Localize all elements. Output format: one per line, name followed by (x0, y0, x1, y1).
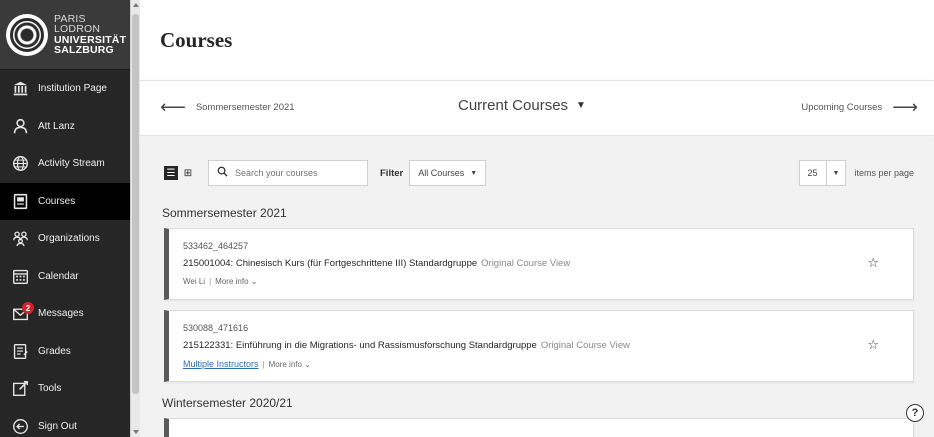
organizations-icon (10, 230, 30, 248)
term-heading: Sommersemester 2021 (162, 206, 287, 220)
tools-icon (10, 380, 30, 398)
sidebar-item-label: Activity Stream (38, 158, 105, 170)
course-card[interactable] (164, 418, 914, 437)
course-title[interactable]: 215122331: Einführung in die Migrations-… (183, 340, 630, 351)
courses-icon (10, 192, 30, 210)
sidebar-item-label: Organizations (38, 233, 100, 245)
filter-value: All Courses (418, 168, 465, 178)
user-icon (10, 117, 30, 135)
sidebar-item-label: Calendar (38, 270, 79, 282)
caret-down-icon: ▼ (576, 100, 586, 111)
page-title: Courses (160, 28, 233, 52)
calendar-icon (10, 267, 30, 285)
page-size-select[interactable]: 25 ▼ (798, 160, 847, 186)
sidebar-item-activity-stream[interactable]: Activity Stream (0, 145, 130, 183)
sidebar-item-sign-out[interactable]: Sign Out (0, 408, 130, 437)
course-view-type: Original Course View (481, 258, 571, 269)
sidebar-item-tools[interactable]: Tools (0, 370, 130, 408)
instructor-name: Wei Li (183, 277, 206, 286)
more-info-label: More info (268, 360, 302, 369)
meta-separator: | (209, 277, 212, 286)
items-per-page-label: items per page (854, 168, 914, 178)
scroll-down-icon[interactable] (133, 430, 139, 434)
logo-line-4: SALZBURG (54, 44, 114, 56)
meta-separator: | (262, 360, 265, 369)
globe-icon (10, 155, 30, 173)
current-courses-dropdown[interactable]: Current Courses ▼ (458, 97, 586, 114)
search-box (208, 160, 368, 186)
arrow-right-icon: ⟶ (892, 97, 918, 117)
sidebar-item-label: Tools (38, 383, 62, 395)
sidebar-item-institution-page[interactable]: Institution Page (0, 70, 130, 108)
help-icon[interactable]: ? (906, 404, 924, 422)
main-content: Courses ⟵ Sommersemester 2021 Current Co… (140, 0, 934, 437)
term-navigation: ⟵ Sommersemester 2021 Current Courses ▼ … (140, 80, 934, 136)
messages-badge: 2 (22, 302, 34, 314)
course-meta: Wei Li | More info ⌄ (183, 277, 257, 286)
sidebar-item-courses[interactable]: Courses (0, 182, 130, 220)
course-card[interactable]: 533462_464257 215001004: Chinesisch Kurs… (164, 228, 914, 300)
course-view-type: Original Course View (540, 340, 630, 351)
sidebar-item-organizations[interactable]: Organizations (0, 220, 130, 258)
sidebar-item-label: Att Lanz (38, 120, 75, 132)
course-card[interactable]: 530088_471616 215122331: Einführung in d… (164, 310, 914, 382)
sidebar-item-label: Sign Out (38, 420, 77, 432)
sidebar-item-label: Grades (38, 345, 71, 357)
search-courses-input[interactable] (235, 168, 355, 178)
course-toolbar: ☰ ⊞ Filter All Courses ▼ (164, 159, 487, 187)
university-logo[interactable]: PARIS LODRON UNIVERSITÄT SALZBURG (0, 0, 130, 70)
sidebar-item-profile[interactable]: Att Lanz (0, 108, 130, 146)
list-view-icon[interactable]: ☰ (164, 166, 178, 180)
sidebar-item-label: Courses (38, 195, 76, 207)
filter-select[interactable]: All Courses ▼ (409, 160, 487, 186)
grades-icon (10, 342, 30, 360)
favorite-star-icon[interactable]: ☆ (867, 255, 879, 271)
scroll-up-icon[interactable] (133, 3, 139, 7)
previous-term-label: Sommersemester 2021 (195, 101, 295, 113)
filter-label: Filter (380, 167, 404, 179)
sign-out-icon (10, 417, 30, 435)
term-heading: Wintersemester 2020/21 (162, 396, 293, 410)
university-seal-icon (6, 13, 48, 56)
sidebar-scrollbar[interactable] (130, 0, 140, 437)
next-term-label: Upcoming Courses (801, 101, 883, 113)
more-info-label: More info (215, 277, 249, 286)
institution-icon (10, 80, 30, 98)
sidebar-item-grades[interactable]: Grades (0, 333, 130, 371)
course-id: 530088_471616 (183, 323, 249, 333)
logo-text: PARIS LODRON UNIVERSITÄT SALZBURG (54, 13, 126, 56)
sidebar-item-calendar[interactable]: Calendar (0, 258, 130, 296)
more-info-link[interactable]: More info ⌄ (215, 277, 257, 286)
sidebar: PARIS LODRON UNIVERSITÄT SALZBURG Instit… (0, 0, 130, 437)
caret-down-icon: ▼ (832, 169, 840, 177)
page-size-control: 25 ▼ items per page (798, 159, 914, 187)
logo-line-2: LODRON (54, 23, 101, 35)
course-title-text: 215122331: Einführung in die Migrations-… (183, 340, 537, 351)
more-info-link[interactable]: More info ⌄ (269, 360, 311, 369)
page-size-value: 25 (800, 161, 827, 185)
scrollbar-thumb[interactable] (132, 14, 139, 394)
view-toggle: ☰ ⊞ (164, 166, 198, 180)
favorite-star-icon[interactable]: ☆ (867, 337, 879, 353)
caret-down-icon: ▼ (470, 169, 478, 177)
sidebar-nav: Institution Page Att Lanz Activity Strea… (0, 70, 130, 437)
course-title-text: 215001004: Chinesisch Kurs (für Fortgesc… (183, 258, 478, 269)
sidebar-item-messages[interactable]: 2 Messages (0, 295, 130, 333)
arrow-left-icon: ⟵ (160, 97, 186, 117)
course-id: 533462_464257 (183, 241, 249, 251)
course-meta: Multiple Instructors | More info ⌄ (183, 359, 311, 369)
multiple-instructors-link[interactable]: Multiple Instructors (183, 359, 259, 369)
sidebar-item-label: Messages (38, 308, 84, 320)
grid-view-icon[interactable]: ⊞ (181, 166, 195, 180)
app: PARIS LODRON UNIVERSITÄT SALZBURG Instit… (0, 0, 934, 437)
previous-term-link[interactable]: ⟵ Sommersemester 2021 (160, 97, 295, 117)
next-term-link[interactable]: Upcoming Courses ⟶ (801, 97, 918, 117)
search-icon (217, 166, 228, 180)
current-term-label: Current Courses (458, 97, 569, 114)
course-title[interactable]: 215001004: Chinesisch Kurs (für Fortgesc… (183, 258, 570, 269)
chevron-down-icon: ⌄ (304, 360, 311, 369)
chevron-down-icon: ⌄ (250, 277, 258, 286)
sidebar-item-label: Institution Page (38, 83, 107, 95)
